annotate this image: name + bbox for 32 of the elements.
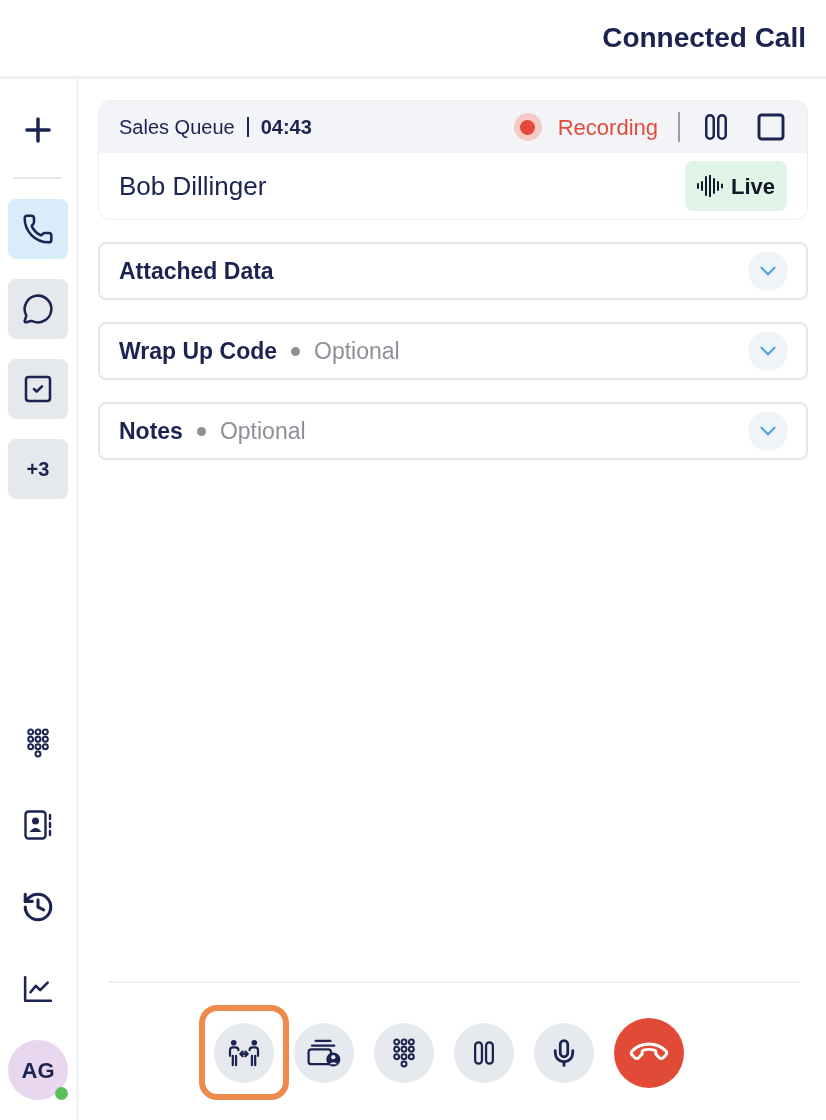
section-title: Attached Data	[119, 256, 274, 286]
optional-hint: Optional	[219, 416, 306, 446]
chat-tab[interactable]	[8, 279, 68, 339]
tasks-tab[interactable]	[8, 359, 68, 419]
section-title: Wrap Up Code	[119, 336, 278, 366]
recording-label: Recording	[557, 113, 658, 142]
pause-icon	[705, 114, 727, 140]
dialpad-icon	[393, 1038, 415, 1068]
live-label: Live	[730, 172, 775, 201]
checkbox-icon	[22, 373, 54, 405]
stop-recording-button[interactable]	[755, 111, 787, 143]
pause-recording-button[interactable]	[705, 114, 727, 140]
more-tab[interactable]: +3	[8, 439, 68, 499]
phone-icon	[22, 213, 54, 245]
line-chart-icon	[23, 975, 53, 1003]
waveform-icon	[696, 175, 723, 197]
history-icon	[21, 890, 55, 924]
stop-icon	[755, 111, 787, 143]
page-title: Connected Call	[602, 21, 806, 55]
pause-icon	[474, 1041, 494, 1065]
call-duration: 04:43	[260, 115, 312, 140]
section-title: Notes	[119, 416, 183, 446]
optional-hint: Optional	[314, 336, 400, 366]
people-arrow-icon	[228, 1039, 260, 1067]
phone-tab[interactable]	[8, 199, 68, 259]
chat-bubble-icon	[22, 293, 54, 325]
caller-name: Bob Dillinger	[119, 169, 267, 203]
queue-name: Sales Queue	[119, 115, 235, 140]
contacts-book-icon	[24, 810, 52, 840]
dialpad-icon	[27, 728, 49, 758]
avatar-button[interactable]: AG	[8, 1040, 68, 1100]
card-stack-person-icon	[307, 1039, 341, 1067]
